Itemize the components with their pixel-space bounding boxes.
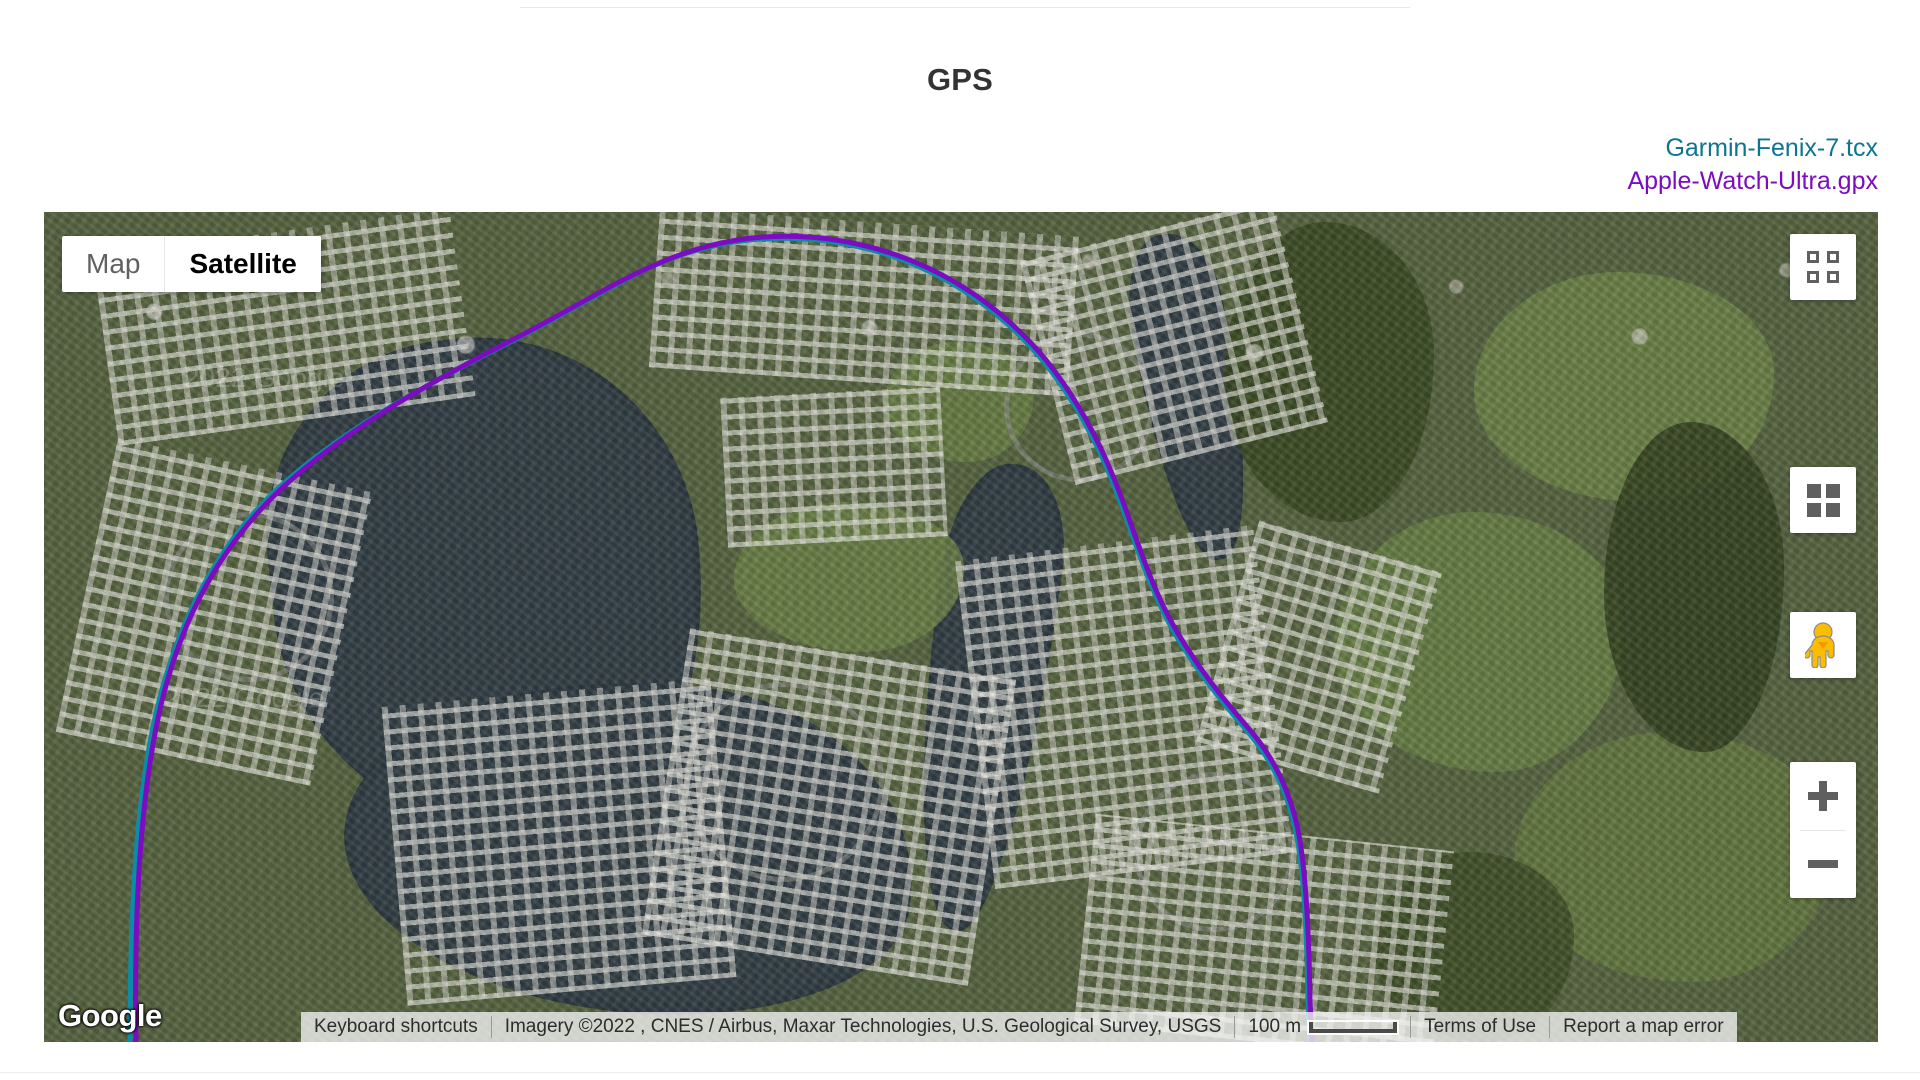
terms-of-use-link[interactable]: Terms of Use — [1411, 1016, 1549, 1038]
track-legend: Garmin-Fenix-7.tcx Apple-Watch-Ultra.gpx — [1627, 132, 1878, 198]
map-tilt-rotate-button[interactable] — [1790, 467, 1856, 533]
pegman-icon — [1805, 622, 1835, 668]
gps-tracks — [127, 233, 1315, 1042]
map-type-map-button[interactable]: Map — [62, 236, 165, 292]
map-type-control[interactable]: Map Satellite — [62, 236, 321, 292]
track-garmin-fenix-7 — [127, 235, 1313, 1042]
report-map-error-link[interactable]: Report a map error — [1550, 1016, 1737, 1038]
fullscreen-button[interactable] — [1790, 234, 1856, 300]
map-attribution-bar: Keyboard shortcuts Imagery ©2022 , CNES … — [301, 1012, 1737, 1042]
map-scale-bar — [1309, 1021, 1398, 1033]
plus-icon — [1808, 781, 1838, 811]
legend-item-apple[interactable]: Apple-Watch-Ultra.gpx — [1627, 165, 1878, 198]
map-scale: 100 m — [1235, 1016, 1410, 1038]
zoom-out-button[interactable] — [1790, 830, 1856, 898]
street-view-pegman-button[interactable] — [1790, 612, 1856, 678]
page-title: GPS — [926, 62, 994, 97]
imagery-attribution-text: Imagery ©2022 , CNES / Airbus, Maxar Tec… — [504, 1016, 1222, 1037]
map-canvas[interactable]: 2022 Google 2022 Google Map Satellite Go… — [44, 212, 1878, 1042]
zoom-control[interactable] — [1790, 762, 1856, 898]
minus-icon — [1808, 860, 1838, 868]
zoom-in-button[interactable] — [1790, 762, 1856, 830]
zoom-divider — [1800, 830, 1846, 831]
map-scale-label: 100 m — [1248, 1016, 1302, 1037]
keyboard-shortcuts-link[interactable]: Keyboard shortcuts — [301, 1016, 491, 1038]
top-divider — [520, 7, 1410, 8]
legend-item-garmin[interactable]: Garmin-Fenix-7.tcx — [1627, 132, 1878, 165]
bottom-divider — [0, 1072, 1920, 1073]
track-apple-watch-ultra — [133, 233, 1315, 1042]
gps-page: GPS Garmin-Fenix-7.tcx Apple-Watch-Ultra… — [0, 0, 1920, 1080]
google-logo: Google — [58, 998, 162, 1033]
grid-icon — [1806, 483, 1840, 517]
map-type-satellite-button[interactable]: Satellite — [164, 236, 321, 292]
fullscreen-icon — [1807, 251, 1839, 283]
